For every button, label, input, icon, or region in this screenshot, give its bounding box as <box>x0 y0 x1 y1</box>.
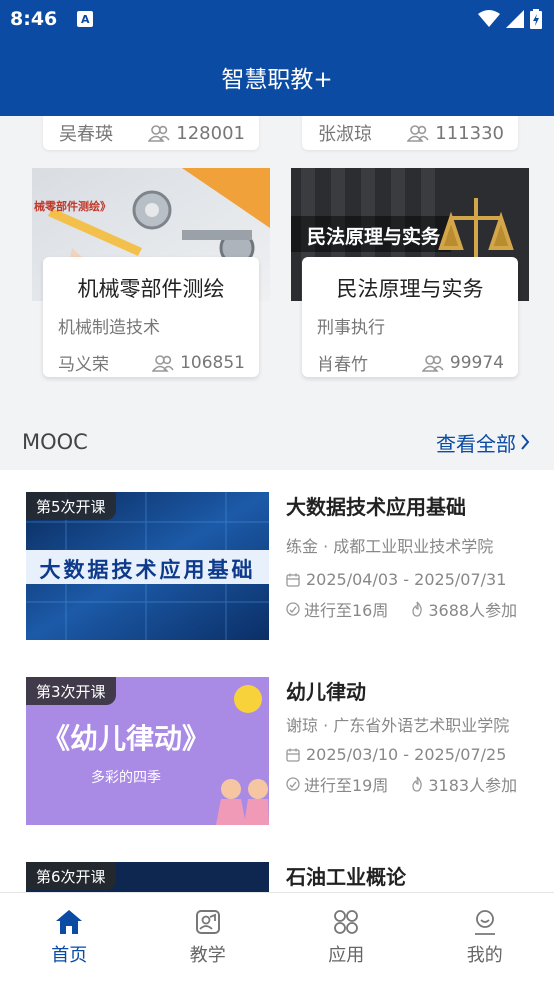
course-card[interactable]: 民法原理与实务 民法原理与实务 刑事执行 肖春竹 99974 <box>291 168 529 378</box>
thumb-caption: 《幼儿律动》 <box>41 722 210 755</box>
learner-count: 99974 <box>449 352 504 373</box>
tab-label: 教学 <box>189 945 226 966</box>
course-card[interactable]: 械零部件测绘》 机械零部件测绘 机械制造技术 马义荣 106851 <box>32 168 270 378</box>
thumb-caption: 械零部件测绘》 <box>34 200 111 213</box>
mooc-progress: 进行至16周 <box>304 601 389 620</box>
flame-icon <box>412 776 423 792</box>
mooc-item[interactable]: 《幼儿律动》 多彩的四季 第3次开课 幼儿律动 谢琼 · 广东省外语艺术职业学院… <box>0 655 554 825</box>
course-info-card[interactable]: 民法原理与实务 刑事执行 肖春竹 99974 <box>302 257 518 377</box>
course-teacher: 肖春竹 <box>317 355 368 375</box>
chevron-right-icon <box>521 434 530 450</box>
mooc-title: 幼儿律动 <box>286 680 366 704</box>
tab-profile[interactable]: 我的 <box>416 893 554 985</box>
course-teacher: 马义荣 <box>58 355 109 375</box>
notification-a-icon: A <box>77 11 94 27</box>
app-title: 智慧职教+ <box>221 67 333 93</box>
bottom-tab-bar: 首页 教学 应用 我的 <box>0 892 554 985</box>
home-icon <box>56 910 83 934</box>
mooc-item[interactable]: 第6次开课 石油工业概论 <box>0 840 554 892</box>
course-teacher: 吴春瑛 <box>59 124 113 145</box>
users-icon <box>421 354 444 372</box>
mooc-dates: 2025/03/10 - 2025/07/25 <box>306 745 507 764</box>
flame-icon <box>412 601 423 617</box>
mooc-date-row: 2025/03/10 - 2025/07/25 <box>286 745 536 764</box>
course-card-partial[interactable]: 吴春瑛 128001 <box>43 116 259 150</box>
calendar-icon <box>286 573 300 587</box>
tab-home[interactable]: 首页 <box>0 893 139 985</box>
session-badge: 第3次开课 <box>26 677 116 705</box>
users-icon <box>152 354 174 372</box>
users-icon <box>148 125 170 142</box>
section-title: MOOC <box>22 430 88 454</box>
calendar-icon <box>286 748 300 762</box>
course-card-partial[interactable]: 张淑琼 111330 <box>302 116 518 150</box>
users-icon <box>407 125 429 142</box>
learner-count: 128001 <box>176 122 245 144</box>
apps-icon <box>334 910 359 934</box>
mooc-dates: 2025/04/03 - 2025/07/31 <box>306 570 507 589</box>
wifi-icon <box>478 10 500 27</box>
thumb-subcaption: 多彩的四季 <box>91 770 161 786</box>
tab-teaching[interactable]: 教学 <box>139 893 278 985</box>
thumb-caption: 大数据技术应用基础 <box>39 558 256 582</box>
thumb-caption: 民法原理与实务 <box>307 226 441 248</box>
mooc-participants: 3688人参加 <box>428 601 518 620</box>
mooc-title: 石油工业概论 <box>286 865 406 889</box>
mooc-thumbnail: 《幼儿律动》 多彩的四季 第3次开课 <box>26 677 269 825</box>
progress-clock-icon <box>286 777 300 791</box>
learner-count: 111330 <box>435 122 504 144</box>
mooc-school: 谢琼 · 广东省外语艺术职业学院 <box>286 716 510 735</box>
course-info-card[interactable]: 机械零部件测绘 机械制造技术 马义荣 106851 <box>43 257 259 377</box>
mooc-date-row: 2025/04/03 - 2025/07/31 <box>286 570 536 589</box>
learner-count: 106851 <box>180 352 245 373</box>
course-name: 机械零部件测绘 <box>77 277 225 301</box>
mooc-meta-row: 进行至16周 3688人参加 <box>286 597 536 621</box>
mooc-thumbnail: 大数据技术应用基础 第5次开课 <box>26 492 269 640</box>
tab-apps[interactable]: 应用 <box>277 893 416 985</box>
battery-icon <box>530 9 542 29</box>
progress-clock-icon <box>286 602 300 616</box>
home-content[interactable]: 吴春瑛 128001 张淑琼 111330 械零部件测绘》 机械零部件测绘 机械… <box>0 116 554 892</box>
mooc-meta-row: 进行至19周 3183人参加 <box>286 772 536 796</box>
profile-icon <box>474 910 495 935</box>
mooc-thumbnail: 第6次开课 <box>26 862 269 892</box>
course-name: 民法原理与实务 <box>336 277 484 301</box>
teach-icon <box>195 910 220 934</box>
mooc-list: 大数据技术应用基础 第5次开课 大数据技术应用基础 练金 · 成都工业职业技术学… <box>0 470 554 892</box>
status-time: 8:46 <box>10 8 58 30</box>
tab-label: 我的 <box>466 945 503 966</box>
mooc-item[interactable]: 大数据技术应用基础 第5次开课 大数据技术应用基础 练金 · 成都工业职业技术学… <box>0 470 554 640</box>
tab-label: 首页 <box>51 945 88 966</box>
mooc-section-header: MOOC 查看全部 <box>0 414 554 470</box>
mooc-participants: 3183人参加 <box>428 776 518 795</box>
app-header: 8:46 A 智慧职教+ <box>0 0 554 116</box>
see-all-label: 查看全部 <box>436 431 516 456</box>
mooc-school: 练金 · 成都工业职业技术学院 <box>286 537 494 556</box>
see-all-link[interactable]: 查看全部 <box>436 428 530 457</box>
course-major: 刑事执行 <box>317 318 385 338</box>
tab-label: 应用 <box>328 945 365 966</box>
status-bar: 8:46 A <box>10 6 542 32</box>
course-teacher: 张淑琼 <box>318 124 372 145</box>
session-badge: 第6次开课 <box>26 862 116 890</box>
mooc-title: 大数据技术应用基础 <box>286 495 466 519</box>
mooc-progress: 进行至19周 <box>304 776 389 795</box>
session-badge: 第5次开课 <box>26 492 116 520</box>
course-major: 机械制造技术 <box>58 318 160 338</box>
signal-icon <box>506 10 524 28</box>
